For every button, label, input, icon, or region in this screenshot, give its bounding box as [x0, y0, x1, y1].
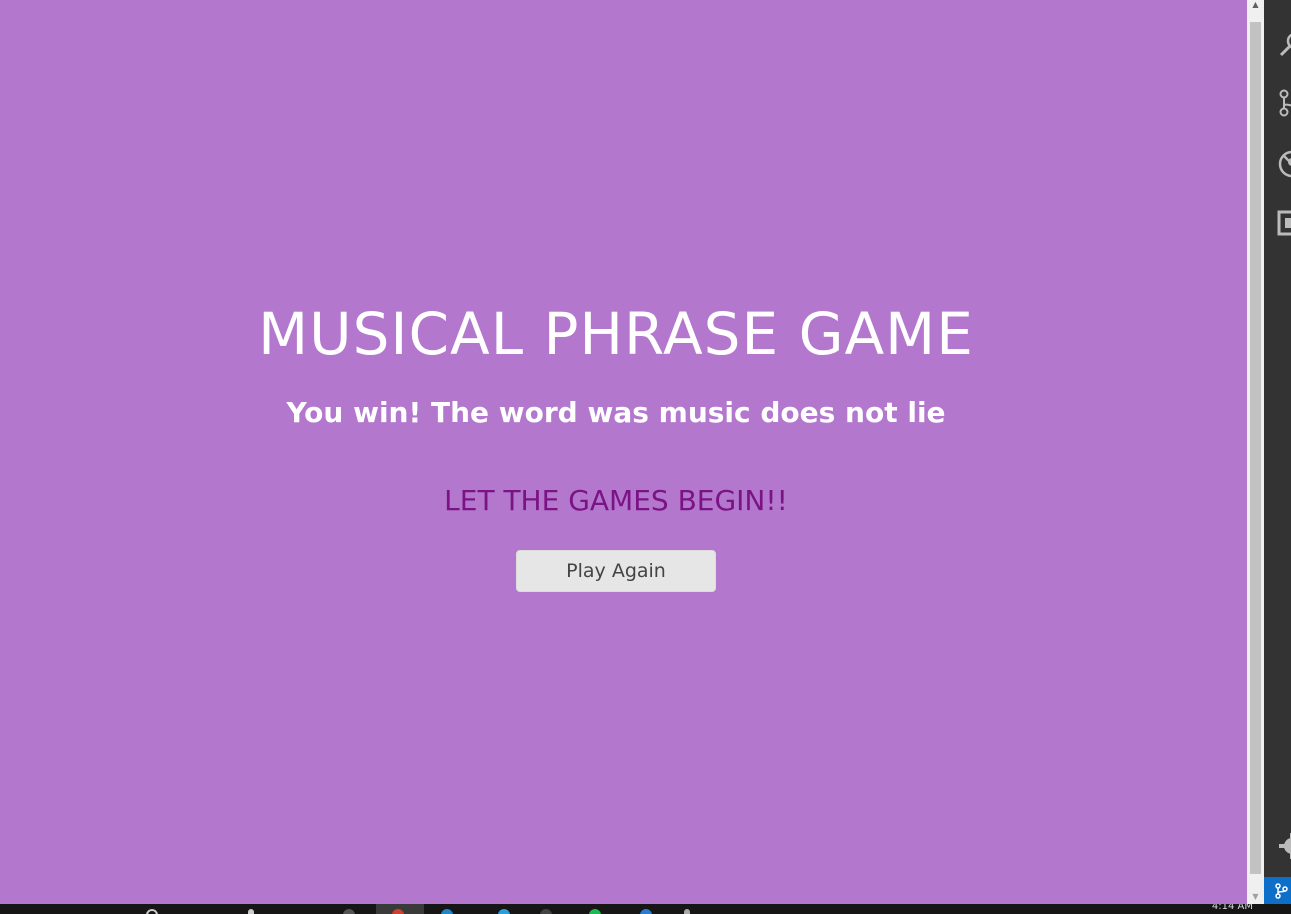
taskbar-app-icon[interactable] — [684, 909, 690, 914]
taskbar-app-icon[interactable] — [540, 909, 552, 914]
taskbar-app-icon[interactable] — [343, 909, 355, 914]
taskbar-app-icon[interactable] — [441, 909, 453, 914]
page-title: MUSICAL PHRASE GAME — [258, 300, 974, 368]
result-message: You win! The word was music does not lie — [286, 396, 946, 429]
game-page: MUSICAL PHRASE GAME You win! The word wa… — [0, 0, 1247, 904]
taskbar-app-icon[interactable] — [640, 909, 652, 914]
editor-activity-bar — [1264, 0, 1291, 904]
scroll-up-arrow-icon[interactable]: ▲ — [1247, 0, 1264, 14]
taskbar-app-icon[interactable] — [248, 909, 254, 914]
search-icon[interactable] — [1276, 30, 1291, 60]
extensions-icon[interactable] — [1276, 208, 1291, 238]
chrome-icon[interactable] — [392, 909, 404, 914]
status-bar-branch[interactable] — [1264, 877, 1291, 904]
taskbar-app-icon[interactable] — [146, 909, 158, 914]
spotify-icon[interactable] — [589, 909, 601, 914]
play-again-button[interactable]: Play Again — [516, 550, 716, 592]
taskbar: 4:14 AM — [0, 904, 1291, 914]
vscode-icon[interactable] — [498, 909, 510, 914]
source-control-icon[interactable] — [1276, 88, 1291, 118]
vertical-scrollbar[interactable]: ▲ ▼ — [1247, 0, 1264, 904]
gear-icon[interactable] — [1276, 830, 1291, 860]
taskbar-clock[interactable]: 4:14 AM — [1212, 904, 1253, 912]
branch-icon — [1275, 883, 1288, 899]
scroll-down-arrow-icon[interactable]: ▼ — [1247, 890, 1264, 904]
debug-icon[interactable] — [1276, 148, 1291, 178]
game-banner: LET THE GAMES BEGIN!! — [444, 484, 788, 517]
scrollbar-thumb[interactable] — [1250, 22, 1261, 874]
